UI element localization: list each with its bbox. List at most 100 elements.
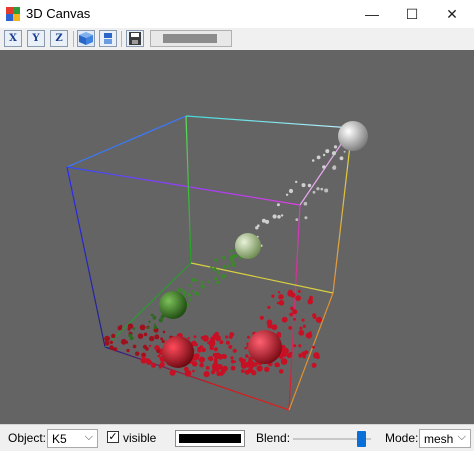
scatter-point <box>194 291 198 295</box>
scatter-point <box>322 153 326 157</box>
scatter-point <box>302 324 306 328</box>
y-axis-view-icon: Y <box>32 33 40 44</box>
scatter-point <box>307 183 312 188</box>
scatter-point <box>257 224 260 227</box>
red-sphere-right <box>248 330 282 364</box>
scatter-point <box>293 317 296 321</box>
scatter-point <box>280 358 288 365</box>
layers-icon <box>104 33 112 44</box>
scatter-point <box>199 362 204 368</box>
view-y-button[interactable]: Y <box>27 30 45 47</box>
scatter-point <box>149 344 152 348</box>
maximize-button[interactable]: ☐ <box>390 0 434 28</box>
scatter-point <box>271 324 278 331</box>
scatter-point <box>129 336 134 341</box>
dark-green-sphere <box>159 291 187 319</box>
scatter-point <box>183 291 187 295</box>
scatter-point <box>200 284 205 289</box>
render-progress-fill <box>163 34 217 43</box>
scatter-point <box>151 362 156 368</box>
scatter-point <box>295 295 301 301</box>
scatter-point <box>104 335 110 342</box>
scatter-point <box>215 335 222 342</box>
3d-canvas[interactable] <box>0 50 474 424</box>
scatter-point <box>152 315 157 320</box>
scatter-point <box>193 335 197 339</box>
scatter-point <box>137 333 144 339</box>
scatter-point <box>158 318 163 323</box>
scatter-point <box>320 187 324 191</box>
cube-edge <box>66 115 187 168</box>
toolbar: X Y Z <box>0 28 474 51</box>
view-z-button[interactable]: Z <box>50 30 68 47</box>
scatter-point <box>301 318 305 322</box>
app-icon <box>6 7 20 21</box>
scatter-point <box>261 218 266 223</box>
scatter-point <box>298 329 305 336</box>
scatter-point <box>153 325 158 330</box>
minimize-button[interactable]: — <box>350 0 394 28</box>
scatter-point <box>217 271 221 275</box>
mode-select[interactable]: mesh ⌵ <box>419 429 471 448</box>
blend-slider[interactable] <box>293 429 373 448</box>
toolbar-separator <box>73 31 74 47</box>
scatter-point <box>325 149 330 154</box>
color-swatch-fill <box>179 434 241 443</box>
scatter-point <box>290 292 296 298</box>
cube-view-button[interactable] <box>77 30 95 47</box>
scatter-point <box>191 361 198 367</box>
scatter-point <box>228 344 233 349</box>
scatter-point <box>177 288 181 293</box>
scatter-points <box>104 142 346 378</box>
z-axis-view-icon: Z <box>55 33 63 44</box>
scatter-point <box>232 254 235 257</box>
scatter-point <box>268 323 272 327</box>
scatter-point <box>113 347 118 352</box>
mode-label: Mode: <box>385 431 419 445</box>
3d-scene[interactable] <box>0 50 474 424</box>
scatter-point <box>299 326 303 330</box>
layers-button[interactable] <box>99 30 117 47</box>
scatter-point <box>264 366 270 372</box>
scatter-point <box>210 370 216 375</box>
close-button[interactable]: ✕ <box>430 0 474 28</box>
scatter-point <box>312 345 315 349</box>
scatter-point <box>160 337 164 341</box>
blend-slider-thumb[interactable] <box>357 431 366 447</box>
scatter-point <box>169 369 176 376</box>
scatter-point <box>216 352 221 357</box>
scatter-point <box>297 290 301 293</box>
save-button[interactable] <box>126 30 144 47</box>
scatter-point <box>104 340 110 346</box>
scatter-point <box>288 326 293 330</box>
scatter-point <box>272 214 277 219</box>
mode-select-value: mesh <box>424 432 454 446</box>
scatter-point <box>158 365 162 369</box>
visible-checkbox[interactable]: ✓ <box>107 431 119 443</box>
scatter-point <box>219 340 224 345</box>
color-picker[interactable] <box>175 430 245 447</box>
scatter-point <box>127 327 131 331</box>
scatter-point <box>135 351 140 356</box>
scatter-point <box>312 190 316 194</box>
scatter-point <box>142 344 148 349</box>
chevron-down-icon: ⌵ <box>457 431 466 443</box>
chevron-down-icon: ⌵ <box>84 431 93 443</box>
object-select[interactable]: K5 ⌵ <box>47 429 98 448</box>
scatter-point <box>187 293 191 297</box>
scatter-point <box>277 291 281 294</box>
scatter-point <box>222 265 227 269</box>
scatter-point <box>192 369 195 373</box>
scatter-point <box>246 361 250 365</box>
scatter-point <box>298 344 302 348</box>
scatter-point <box>139 324 146 331</box>
scatter-point <box>132 344 137 349</box>
scatter-point <box>220 368 226 374</box>
scatter-point <box>205 366 210 370</box>
view-x-button[interactable]: X <box>4 30 22 47</box>
scatter-point <box>225 340 230 345</box>
scatter-point <box>156 349 161 353</box>
bounding-cube <box>66 115 353 411</box>
scatter-point <box>339 156 344 161</box>
scatter-point <box>231 263 234 266</box>
